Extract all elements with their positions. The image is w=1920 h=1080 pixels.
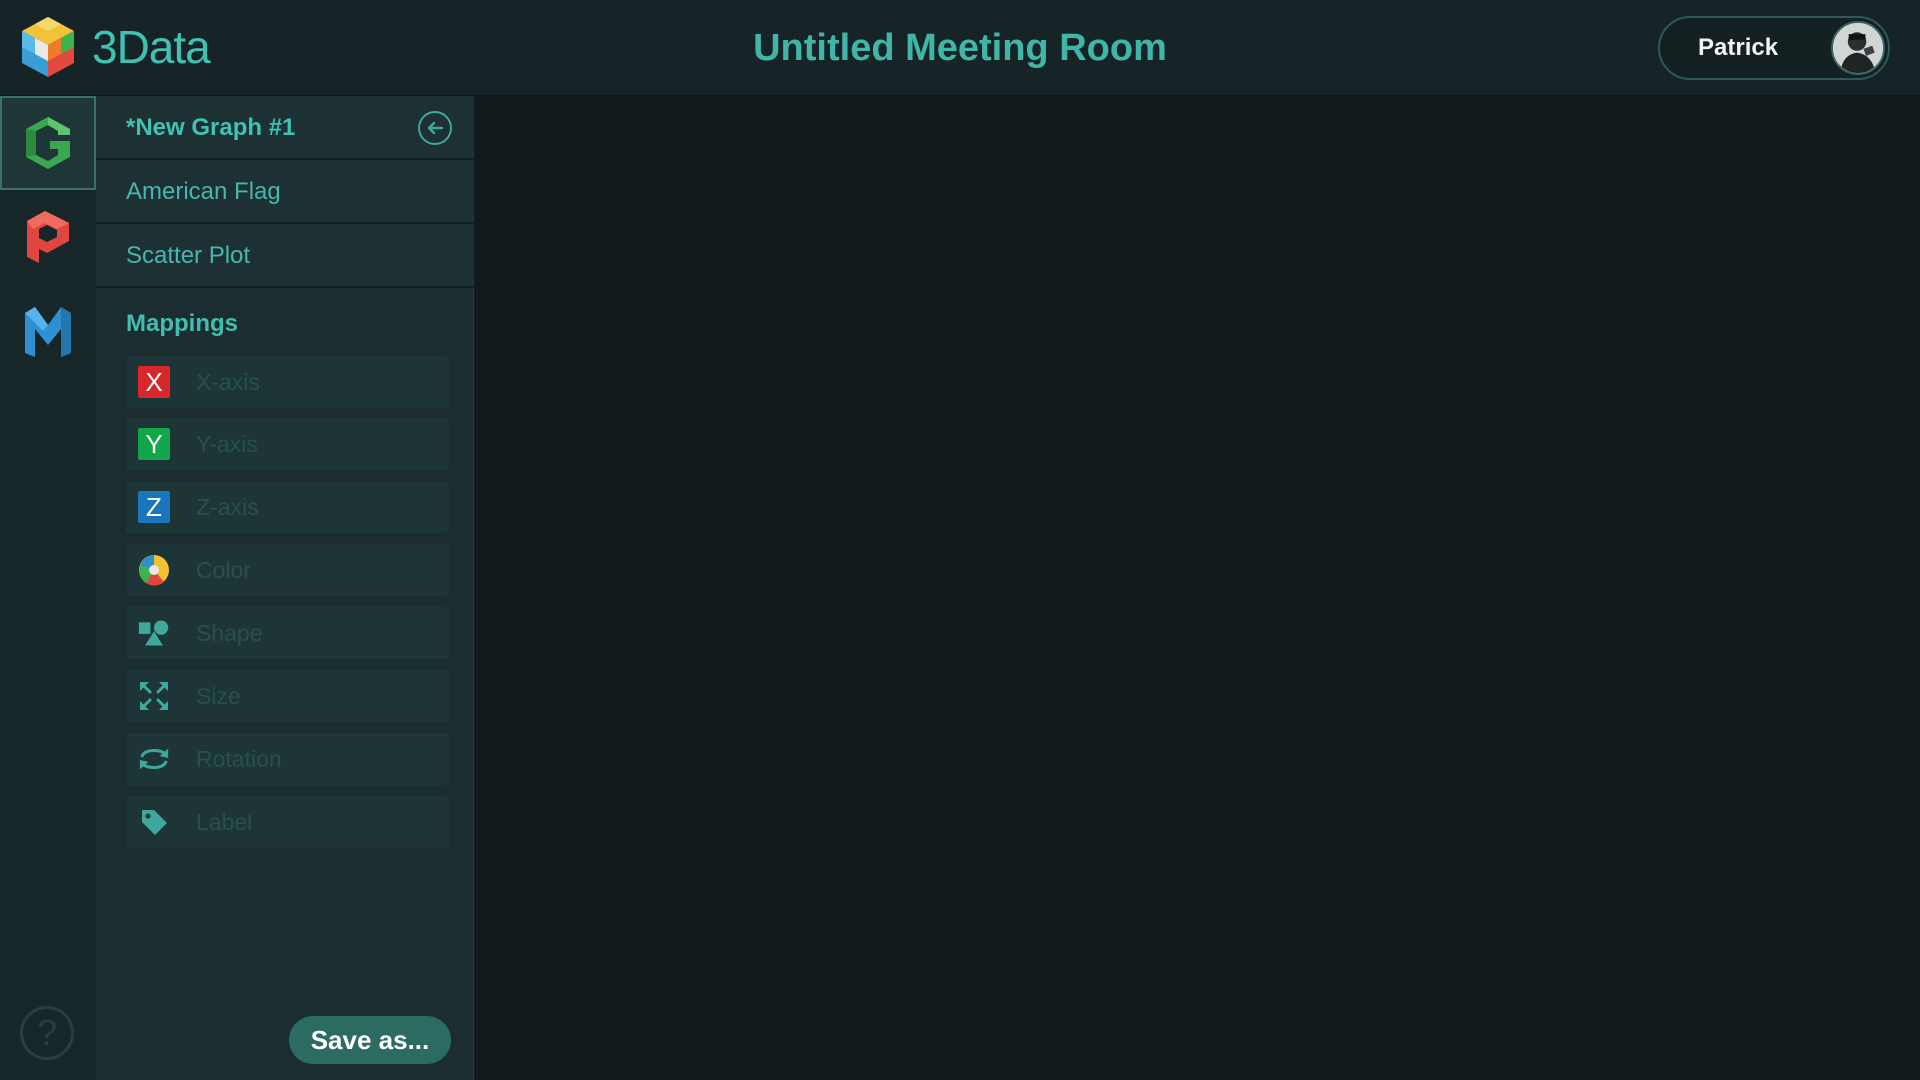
rail-item-maps[interactable] — [0, 284, 96, 378]
y-axis-icon: Y — [138, 428, 170, 460]
help-button[interactable]: ? — [20, 1006, 74, 1060]
x-axis-icon: X — [138, 366, 170, 398]
mapping-label: Label — [196, 809, 253, 835]
mapping-label: Shape — [196, 620, 263, 646]
mappings-heading: Mappings — [126, 310, 238, 337]
y-letter: Y — [138, 428, 170, 460]
graph-item-label: Scatter Plot — [126, 242, 251, 269]
z-axis-icon: Z — [138, 491, 170, 523]
collapse-panel-button[interactable] — [418, 111, 452, 145]
top-bar: 3Data Untitled Meeting Room Patrick — [0, 0, 1920, 96]
mapping-color[interactable]: Color — [126, 544, 449, 596]
graph-item-label: American Flag — [126, 178, 281, 205]
label-tag-icon — [138, 806, 170, 838]
graph-item-american-flag[interactable]: American Flag — [96, 160, 474, 224]
mapping-label: Z-axis — [196, 494, 259, 520]
rail-item-presentation[interactable] — [0, 190, 96, 284]
mapping-label-item[interactable]: Label — [126, 796, 449, 848]
graph-item-scatter-plot[interactable]: Scatter Plot — [96, 224, 474, 288]
arrow-left-icon — [427, 121, 444, 135]
user-menu-button[interactable]: Patrick — [1658, 16, 1890, 80]
user-name: Patrick — [1698, 34, 1779, 61]
color-palette-icon — [138, 554, 170, 586]
rotation-icon — [138, 743, 170, 775]
mapping-shape[interactable]: Shape — [126, 607, 449, 659]
mapping-label: X-axis — [196, 369, 260, 395]
graph-canvas[interactable] — [475, 96, 1920, 1080]
rail-item-graphs[interactable] — [0, 96, 96, 190]
brand[interactable]: 3Data — [18, 15, 211, 79]
graph-item-new-graph[interactable]: *New Graph #1 — [96, 96, 474, 160]
page-title: Untitled Meeting Room — [753, 27, 1167, 69]
mapping-label: Color — [196, 557, 251, 583]
mapping-z-axis[interactable]: Z Z-axis — [126, 481, 449, 533]
z-letter: Z — [138, 491, 170, 523]
mapping-y-axis[interactable]: Y Y-axis — [126, 418, 449, 470]
size-icon — [138, 680, 170, 712]
mapping-label: Y-axis — [196, 431, 258, 457]
graph-panel: *New Graph #1 American Flag Scatter Plot… — [96, 96, 474, 1080]
mapping-size[interactable]: Size — [126, 670, 449, 722]
cube-logo-icon — [22, 17, 74, 77]
app-name: 3Data — [92, 21, 211, 73]
mapping-label: Rotation — [196, 746, 282, 772]
shape-icon — [138, 617, 170, 649]
mapping-x-axis[interactable]: X X-axis — [126, 356, 449, 408]
mapping-rotation[interactable]: Rotation — [126, 733, 449, 785]
map-m-icon — [25, 307, 71, 357]
mapping-label: Size — [196, 683, 241, 709]
graph-g-icon — [26, 117, 70, 169]
presentation-p-icon — [27, 211, 69, 263]
tool-rail: ? — [0, 96, 96, 1080]
save-as-button[interactable]: Save as... — [289, 1016, 451, 1064]
user-avatar-icon — [1833, 23, 1883, 73]
x-letter: X — [138, 366, 170, 398]
avatar — [1831, 21, 1885, 75]
graph-item-label: *New Graph #1 — [126, 114, 296, 141]
